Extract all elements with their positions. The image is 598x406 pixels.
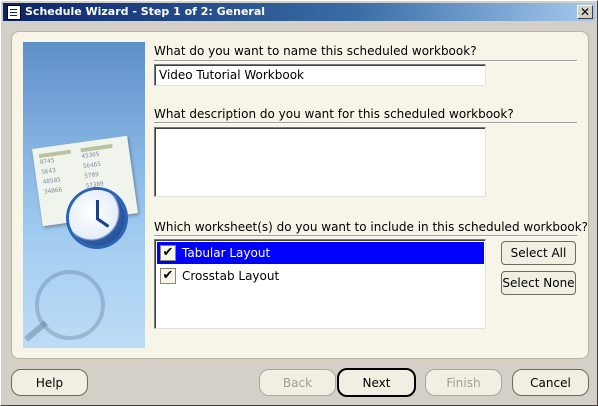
checkbox-checked-icon[interactable]: ✔ — [160, 268, 176, 284]
worksheets-question-label: Which worksheet(s) do you want to includ… — [154, 220, 589, 234]
divider — [154, 122, 577, 124]
select-none-button[interactable]: Select None — [501, 271, 576, 295]
description-question-label: What description do you want for this sc… — [154, 107, 514, 121]
title-bar: Schedule Wizard - Step 1 of 2: General ✕ — [3, 3, 595, 21]
select-all-button[interactable]: Select All — [501, 241, 576, 265]
magnifier-handle — [24, 320, 48, 342]
worksheet-item-label: Crosstab Layout — [182, 269, 280, 283]
name-question-label: What do you want to name this scheduled … — [154, 44, 477, 58]
magnifier-icon — [35, 270, 105, 340]
clock-icon — [69, 190, 125, 246]
checkbox-checked-icon[interactable]: ✔ — [160, 245, 176, 261]
schedule-wizard-window: Schedule Wizard - Step 1 of 2: General ✕… — [0, 0, 598, 406]
worksheet-item-crosstab-layout[interactable]: ✔ Crosstab Layout — [157, 265, 484, 287]
divider — [154, 60, 577, 62]
window-title: Schedule Wizard - Step 1 of 2: General — [25, 5, 266, 18]
next-button[interactable]: Next — [337, 368, 416, 397]
back-button[interactable]: Back — [259, 369, 336, 396]
divider — [154, 235, 577, 237]
close-button[interactable]: ✕ — [577, 5, 593, 19]
worksheet-list[interactable]: ✔ Tabular Layout ✔ Crosstab Layout — [154, 239, 486, 329]
help-button[interactable]: Help — [11, 369, 88, 396]
workbook-name-input[interactable] — [154, 64, 486, 86]
schedule-illustration: 8745 5643 48505 34866 45305 56465 5789 5… — [23, 42, 145, 348]
finish-button[interactable]: Finish — [425, 369, 502, 396]
cancel-button[interactable]: Cancel — [512, 369, 589, 396]
workbook-description-input[interactable] — [154, 127, 486, 197]
wizard-window-icon — [7, 5, 21, 20]
worksheet-item-tabular-layout[interactable]: ✔ Tabular Layout — [157, 242, 484, 264]
worksheet-item-label: Tabular Layout — [182, 246, 271, 260]
